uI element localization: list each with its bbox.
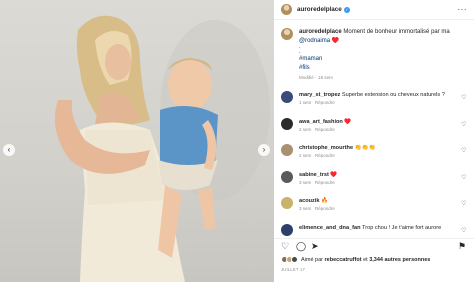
commenter-avatar[interactable] bbox=[281, 223, 293, 236]
commenter-avatar[interactable] bbox=[281, 144, 293, 156]
chevron-right-icon: › bbox=[262, 145, 266, 154]
likes-summary: Aimé par rebeccatruffot et 3,344 autres … bbox=[281, 256, 430, 263]
post-photo[interactable]: ‹ › bbox=[0, 0, 274, 282]
previous-photo-button[interactable]: ‹ bbox=[3, 144, 15, 156]
comment-text: ♥️ bbox=[344, 118, 352, 125]
comment-text: 🔥 bbox=[321, 198, 329, 204]
comment-time: 2 sem bbox=[299, 153, 312, 158]
reply-button[interactable]: Répondre bbox=[315, 180, 335, 185]
comment-like-heart-icon[interactable]: ♡ bbox=[461, 227, 466, 234]
comment-username[interactable]: sabine_trst bbox=[299, 172, 329, 178]
comment-time: 3 sem bbox=[299, 206, 312, 211]
more-options-icon[interactable]: ··· bbox=[458, 5, 468, 14]
comment-time: 1 sem bbox=[299, 100, 312, 105]
comment-item: mary_st_tropez Superbe extension ou chev… bbox=[274, 88, 474, 115]
comment-like-heart-icon[interactable]: ♡ bbox=[461, 121, 466, 128]
reply-button[interactable]: Répondre bbox=[315, 100, 335, 105]
comment-like-heart-icon[interactable]: ♡ bbox=[461, 200, 466, 207]
comment-item: christophe_mourthe 👏👏👏 2 sem Répondre ♡ bbox=[274, 141, 474, 168]
comment-username[interactable]: acouzik bbox=[299, 198, 320, 204]
comment-username[interactable]: mary_st_tropez bbox=[299, 92, 340, 98]
chevron-left-icon: ‹ bbox=[7, 145, 11, 154]
likes-user[interactable]: rebeccatruffot bbox=[325, 257, 362, 263]
liker-avatar bbox=[291, 256, 298, 263]
comment-like-heart-icon[interactable]: ♡ bbox=[461, 174, 466, 181]
commenter-avatar[interactable] bbox=[281, 197, 293, 209]
hashtag-maman[interactable]: #maman bbox=[299, 56, 322, 62]
caption-mention[interactable]: @rodnaima bbox=[299, 38, 330, 44]
comment-username[interactable]: awa_art_fashion bbox=[299, 119, 343, 125]
caption-username[interactable]: auroredelplace bbox=[299, 29, 342, 35]
comment-time: 2 sem bbox=[299, 126, 312, 132]
likes-middle: et bbox=[363, 256, 368, 263]
comment-item: sabine_trst ♥️ 3 sem Répondre ♡ bbox=[274, 168, 474, 195]
caption-separator: . bbox=[299, 49, 301, 55]
photo-illustration bbox=[54, 15, 270, 282]
comment-text: ♥️ bbox=[330, 171, 338, 178]
comments-list: mary_st_tropez Superbe extension ou chev… bbox=[274, 88, 474, 247]
verified-badge-icon: ✓ bbox=[343, 6, 350, 13]
reply-button[interactable]: Répondre bbox=[315, 153, 335, 158]
post-actions-bar: ♡ ◯ ➤ ⚑ bbox=[274, 238, 474, 252]
author-username[interactable]: auroredelplace bbox=[297, 6, 342, 13]
next-photo-button[interactable]: › bbox=[258, 144, 270, 156]
comment-username[interactable]: elimence_and_dna_fan bbox=[299, 225, 361, 231]
comment-like-heart-icon[interactable]: ♡ bbox=[461, 94, 466, 101]
commenter-avatar[interactable] bbox=[281, 170, 293, 183]
comment-text: Superbe extension ou cheveux naturels ? bbox=[341, 92, 445, 98]
comment-like-heart-icon[interactable]: ♡ bbox=[461, 147, 466, 154]
comment-icon[interactable]: ◯ bbox=[296, 242, 306, 251]
comment-time: 3 sem bbox=[299, 179, 312, 185]
likes-prefix: Aimé par bbox=[301, 256, 324, 263]
commenter-avatar[interactable] bbox=[281, 117, 293, 130]
reply-button[interactable]: Répondre bbox=[315, 206, 335, 211]
post-date: JUILLET 17 bbox=[281, 267, 306, 272]
author-avatar[interactable] bbox=[281, 4, 292, 15]
hashtag-fils[interactable]: #fils bbox=[299, 65, 310, 71]
heart-icon[interactable]: ♡ bbox=[281, 242, 289, 251]
reply-button[interactable]: Répondre bbox=[315, 127, 335, 132]
comment-item: acouzik 🔥 3 sem Répondre ♡ bbox=[274, 194, 474, 221]
comment-username[interactable]: christophe_mourthe bbox=[299, 145, 353, 151]
caption-avatar[interactable] bbox=[281, 28, 293, 40]
caption-text: Moment de bonheur immortalisé par ma bbox=[343, 29, 450, 35]
post-sidebar: auroredelplace ✓ ··· auroredelplace Mome… bbox=[274, 0, 474, 282]
caption-emoji: ♥️ bbox=[331, 37, 340, 44]
bookmark-icon[interactable]: ⚑ bbox=[458, 242, 466, 251]
post-caption: auroredelplace Moment de bonheur immorta… bbox=[274, 20, 474, 83]
instagram-post-viewer: ‹ › auroredelplace ✓ ··· auroredelplace … bbox=[0, 0, 474, 282]
comment-item: awa_art_fashion ♥️ 2 sem Répondre ♡ bbox=[274, 115, 474, 142]
likes-count[interactable]: 3,344 autres personnes bbox=[369, 257, 430, 263]
comment-text: 👏👏👏 bbox=[354, 145, 376, 151]
caption-meta: Modifié · 18 sem bbox=[299, 75, 333, 80]
commenter-avatar[interactable] bbox=[281, 91, 293, 103]
comment-text: Trop chou ! Je t'aime fort aurore bbox=[362, 224, 442, 231]
post-header: auroredelplace ✓ ··· bbox=[274, 0, 474, 20]
share-icon[interactable]: ➤ bbox=[311, 242, 319, 251]
